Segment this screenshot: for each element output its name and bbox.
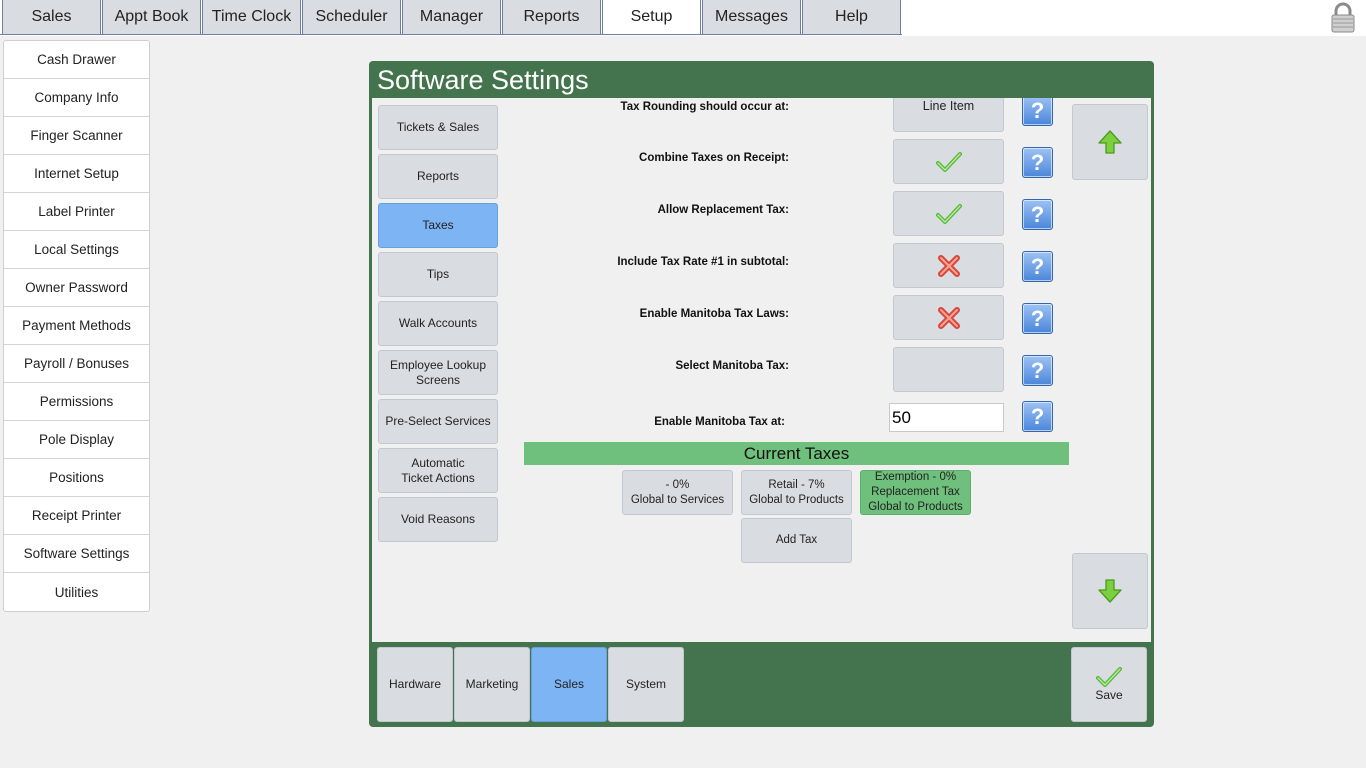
include-rate1-label: Include Tax Rate #1 in subtotal: xyxy=(617,256,789,268)
bottom-tab-sales[interactable]: Sales xyxy=(531,647,607,722)
tax-rounding-value[interactable]: Line Item xyxy=(893,98,1004,132)
menu-item-utilities[interactable]: Utilities xyxy=(4,573,149,611)
tax-card-line2: Replacement Tax xyxy=(871,486,960,498)
setup-side-menu: Cash Drawer Company Info Finger Scanner … xyxy=(3,40,150,612)
x-icon xyxy=(937,254,960,277)
select-manitoba-label: Select Manitoba Tax: xyxy=(675,360,789,372)
lock-icon[interactable] xyxy=(1331,2,1355,33)
help-icon[interactable]: ? xyxy=(1022,401,1053,432)
help-icon[interactable]: ? xyxy=(1022,355,1053,386)
down-arrow-icon xyxy=(1098,579,1122,603)
category-automatic-ticket-actions[interactable]: Automatic Ticket Actions xyxy=(378,448,498,493)
nav-underline xyxy=(0,34,902,35)
nav-tab-time-clock[interactable]: Time Clock xyxy=(202,0,301,35)
category-walk-accounts[interactable]: Walk Accounts xyxy=(378,301,498,346)
select-manitoba-tax-button[interactable] xyxy=(893,347,1004,392)
tax-card[interactable]: Retail - 7% Global to Products xyxy=(741,470,852,515)
menu-item-internet-setup[interactable]: Internet Setup xyxy=(4,155,149,193)
help-icon[interactable]: ? xyxy=(1022,251,1053,282)
menu-item-receipt-printer[interactable]: Receipt Printer xyxy=(4,497,149,535)
scroll-down-button[interactable] xyxy=(1072,553,1148,629)
menu-item-permissions[interactable]: Permissions xyxy=(4,383,149,421)
checkmark-icon xyxy=(935,151,962,172)
tax-settings-list[interactable]: Tax Rounding should occur at: Line Item … xyxy=(512,98,1072,643)
tax-card-line3: Global to Products xyxy=(868,501,963,513)
help-icon[interactable]: ? xyxy=(1022,303,1053,334)
nav-tab-help[interactable]: Help xyxy=(802,0,901,35)
bottom-tab-hardware[interactable]: Hardware xyxy=(377,647,453,722)
nav-tab-setup[interactable]: Setup xyxy=(602,0,701,35)
include-rate1-toggle[interactable] xyxy=(893,243,1004,288)
save-label: Save xyxy=(1095,688,1123,702)
menu-item-label-printer[interactable]: Label Printer xyxy=(4,193,149,231)
nav-tab-messages[interactable]: Messages xyxy=(702,0,801,35)
tax-card-selected[interactable]: Exemption - 0% Replacement Tax Global to… xyxy=(860,470,971,515)
help-icon[interactable]: ? xyxy=(1022,147,1053,178)
tax-card-text: Exemption - 0% Replacement Tax Global to… xyxy=(868,470,963,515)
up-arrow-icon xyxy=(1098,130,1122,154)
category-reports[interactable]: Reports xyxy=(378,154,498,199)
menu-item-cash-drawer[interactable]: Cash Drawer xyxy=(4,41,149,79)
menu-item-company-info[interactable]: Company Info xyxy=(4,79,149,117)
help-icon[interactable]: ? xyxy=(1022,98,1053,126)
nav-tab-manager[interactable]: Manager xyxy=(402,0,501,35)
category-pre-select-services[interactable]: Pre-Select Services xyxy=(378,399,498,444)
top-nav: Sales Appt Book Time Clock Scheduler Man… xyxy=(0,0,1366,36)
add-tax-button[interactable]: Add Tax xyxy=(741,518,852,563)
category-tickets-sales[interactable]: Tickets & Sales xyxy=(378,105,498,150)
menu-item-payroll-bonuses[interactable]: Payroll / Bonuses xyxy=(4,345,149,383)
enable-manitoba-toggle[interactable] xyxy=(893,295,1004,340)
dialog-title: Software Settings xyxy=(377,65,589,95)
menu-item-owner-password[interactable]: Owner Password xyxy=(4,269,149,307)
allow-replacement-toggle[interactable] xyxy=(893,191,1004,236)
tax-card-line1: Exemption - 0% xyxy=(874,471,957,483)
tax-card-line1: - 0% xyxy=(665,478,690,491)
tax-card-line1: Retail - 7% xyxy=(768,478,825,491)
tax-card[interactable]: - 0% Global to Services xyxy=(622,470,733,515)
enable-manitoba-at-label: Enable Manitoba Tax at: xyxy=(654,416,785,428)
tax-card-text: Retail - 7% Global to Products xyxy=(749,478,844,508)
save-button[interactable]: Save xyxy=(1071,647,1147,722)
bottom-tab-marketing[interactable]: Marketing xyxy=(454,647,530,722)
category-void-reasons[interactable]: Void Reasons xyxy=(378,497,498,542)
menu-item-payment-methods[interactable]: Payment Methods xyxy=(4,307,149,345)
tax-card-text: - 0% Global to Services xyxy=(631,478,724,508)
tax-card-line2: Global to Services xyxy=(630,493,725,506)
combine-taxes-toggle[interactable] xyxy=(893,139,1004,184)
x-icon xyxy=(937,306,960,329)
menu-item-local-settings[interactable]: Local Settings xyxy=(4,231,149,269)
category-taxes[interactable]: Taxes xyxy=(378,203,498,248)
tax-card-line2: Global to Products xyxy=(749,493,844,506)
category-employee-lookup-screens[interactable]: Employee Lookup Screens xyxy=(378,350,498,395)
nav-tab-scheduler[interactable]: Scheduler xyxy=(302,0,401,35)
nav-tab-appt-book[interactable]: Appt Book xyxy=(102,0,201,35)
category-tips[interactable]: Tips xyxy=(378,252,498,297)
menu-item-pole-display[interactable]: Pole Display xyxy=(4,421,149,459)
checkmark-icon xyxy=(935,203,962,224)
enable-manitoba-at-input[interactable] xyxy=(889,403,1004,432)
menu-item-positions[interactable]: Positions xyxy=(4,459,149,497)
help-icon[interactable]: ? xyxy=(1022,199,1053,230)
software-settings-dialog: Software Settings Tickets & Sales Report… xyxy=(369,61,1154,727)
dialog-body: Tickets & Sales Reports Taxes Tips Walk … xyxy=(372,98,1151,642)
nav-tab-sales[interactable]: Sales xyxy=(2,0,101,35)
combine-taxes-label: Combine Taxes on Receipt: xyxy=(639,152,789,164)
nav-tab-reports[interactable]: Reports xyxy=(502,0,601,35)
enable-manitoba-label: Enable Manitoba Tax Laws: xyxy=(639,308,789,320)
allow-replacement-label: Allow Replacement Tax: xyxy=(657,204,789,216)
scroll-up-button[interactable] xyxy=(1072,104,1148,180)
menu-item-finger-scanner[interactable]: Finger Scanner xyxy=(4,117,149,155)
current-taxes-header: Current Taxes xyxy=(524,442,1069,465)
save-check-icon xyxy=(1096,667,1122,687)
bottom-tab-system[interactable]: System xyxy=(608,647,684,722)
menu-item-software-settings[interactable]: Software Settings xyxy=(4,535,149,573)
tax-rounding-label: Tax Rounding should occur at: xyxy=(620,101,789,113)
